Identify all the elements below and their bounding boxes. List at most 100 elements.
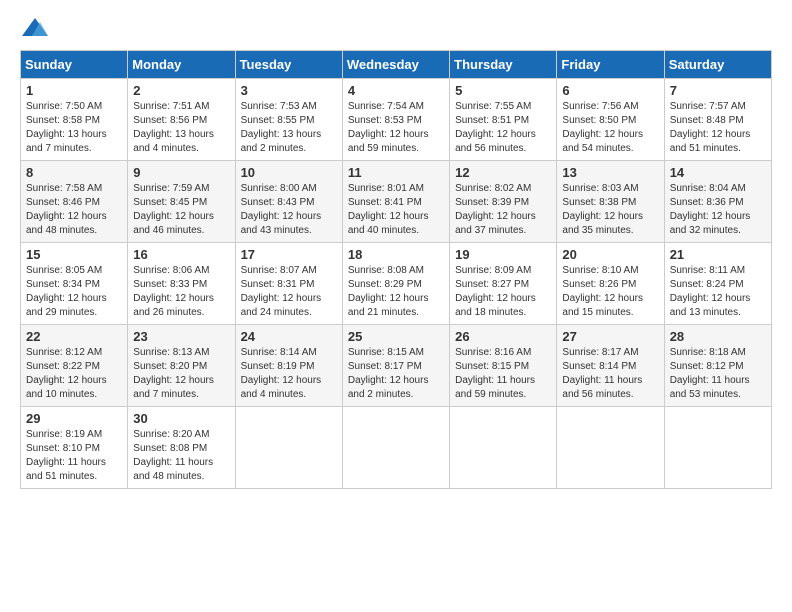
cell-details: Sunrise: 7:57 AMSunset: 8:48 PMDaylight:… xyxy=(670,101,751,154)
cell-details: Sunrise: 7:54 AMSunset: 8:53 PMDaylight:… xyxy=(348,101,429,154)
day-number: 14 xyxy=(670,165,766,180)
calendar-cell xyxy=(557,407,664,489)
cell-details: Sunrise: 8:10 AMSunset: 8:26 PMDaylight:… xyxy=(562,265,643,318)
cell-details: Sunrise: 8:07 AMSunset: 8:31 PMDaylight:… xyxy=(241,265,322,318)
calendar-table: SundayMondayTuesdayWednesdayThursdayFrid… xyxy=(20,50,772,489)
cell-details: Sunrise: 8:05 AMSunset: 8:34 PMDaylight:… xyxy=(26,265,107,318)
calendar-cell: 19 Sunrise: 8:09 AMSunset: 8:27 PMDayligh… xyxy=(450,243,557,325)
calendar-cell: 30 Sunrise: 8:20 AMSunset: 8:08 PMDayligh… xyxy=(128,407,235,489)
day-number: 21 xyxy=(670,247,766,262)
day-number: 5 xyxy=(455,83,551,98)
cell-details: Sunrise: 7:55 AMSunset: 8:51 PMDaylight:… xyxy=(455,101,536,154)
calendar-cell: 28Sunrise: 8:18 AMSunset: 8:12 PMDayligh… xyxy=(664,325,771,407)
cell-details: Sunrise: 8:01 AMSunset: 8:41 PMDaylight:… xyxy=(348,183,429,236)
calendar-cell: 2 Sunrise: 7:51 AMSunset: 8:56 PMDaylight… xyxy=(128,79,235,161)
calendar-day-header: Saturday xyxy=(664,51,771,79)
calendar-cell xyxy=(342,407,449,489)
cell-details: Sunrise: 8:13 AMSunset: 8:20 PMDaylight:… xyxy=(133,347,214,400)
cell-details: Sunrise: 8:15 AMSunset: 8:17 PMDaylight:… xyxy=(348,347,429,400)
calendar-cell: 3 Sunrise: 7:53 AMSunset: 8:55 PMDaylight… xyxy=(235,79,342,161)
cell-details: Sunrise: 8:03 AMSunset: 8:38 PMDaylight:… xyxy=(562,183,643,236)
day-number: 27 xyxy=(562,329,658,344)
cell-details: Sunrise: 8:00 AMSunset: 8:43 PMDaylight:… xyxy=(241,183,322,236)
day-number: 19 xyxy=(455,247,551,262)
cell-details: Sunrise: 8:08 AMSunset: 8:29 PMDaylight:… xyxy=(348,265,429,318)
cell-details: Sunrise: 8:06 AMSunset: 8:33 PMDaylight:… xyxy=(133,265,214,318)
calendar-cell: 23 Sunrise: 8:13 AMSunset: 8:20 PMDayligh… xyxy=(128,325,235,407)
logo xyxy=(20,16,54,40)
cell-details: Sunrise: 8:16 AMSunset: 8:15 PMDaylight:… xyxy=(455,347,535,400)
calendar-cell: 11 Sunrise: 8:01 AMSunset: 8:41 PMDayligh… xyxy=(342,161,449,243)
calendar-day-header: Monday xyxy=(128,51,235,79)
day-number: 7 xyxy=(670,83,766,98)
calendar-cell: 18Sunrise: 8:08 AMSunset: 8:29 PMDayligh… xyxy=(342,243,449,325)
logo-icon xyxy=(20,16,50,40)
calendar-cell: 9 Sunrise: 7:59 AMSunset: 8:45 PMDaylight… xyxy=(128,161,235,243)
calendar-cell: 16 Sunrise: 8:06 AMSunset: 8:33 PMDayligh… xyxy=(128,243,235,325)
day-number: 12 xyxy=(455,165,551,180)
cell-details: Sunrise: 7:56 AMSunset: 8:50 PMDaylight:… xyxy=(562,101,643,154)
calendar-cell: 14 Sunrise: 8:04 AMSunset: 8:36 PMDayligh… xyxy=(664,161,771,243)
day-number: 11 xyxy=(348,165,444,180)
calendar-cell xyxy=(450,407,557,489)
day-number: 22 xyxy=(26,329,122,344)
calendar-cell xyxy=(664,407,771,489)
calendar-cell: 24 Sunrise: 8:14 AMSunset: 8:19 PMDayligh… xyxy=(235,325,342,407)
day-number: 20 xyxy=(562,247,658,262)
day-number: 8 xyxy=(26,165,122,180)
calendar-cell: 22 Sunrise: 8:12 AMSunset: 8:22 PMDayligh… xyxy=(21,325,128,407)
cell-details: Sunrise: 7:50 AMSunset: 8:58 PMDaylight:… xyxy=(26,101,107,154)
cell-details: Sunrise: 8:20 AMSunset: 8:08 PMDaylight:… xyxy=(133,429,213,482)
calendar-day-header: Wednesday xyxy=(342,51,449,79)
day-number: 9 xyxy=(133,165,229,180)
cell-details: Sunrise: 8:02 AMSunset: 8:39 PMDaylight:… xyxy=(455,183,536,236)
cell-details: Sunrise: 8:09 AMSunset: 8:27 PMDaylight:… xyxy=(455,265,536,318)
calendar-cell: 7 Sunrise: 7:57 AMSunset: 8:48 PMDaylight… xyxy=(664,79,771,161)
day-number: 26 xyxy=(455,329,551,344)
calendar-cell: 27 Sunrise: 8:17 AMSunset: 8:14 PMDayligh… xyxy=(557,325,664,407)
cell-details: Sunrise: 7:51 AMSunset: 8:56 PMDaylight:… xyxy=(133,101,214,154)
calendar-cell: 21 Sunrise: 8:11 AMSunset: 8:24 PMDayligh… xyxy=(664,243,771,325)
cell-details: Sunrise: 8:19 AMSunset: 8:10 PMDaylight:… xyxy=(26,429,106,482)
day-number: 3 xyxy=(241,83,337,98)
cell-details: Sunrise: 8:17 AMSunset: 8:14 PMDaylight:… xyxy=(562,347,642,400)
calendar-day-header: Thursday xyxy=(450,51,557,79)
cell-details: Sunrise: 8:04 AMSunset: 8:36 PMDaylight:… xyxy=(670,183,751,236)
day-number: 16 xyxy=(133,247,229,262)
day-number: 17 xyxy=(241,247,337,262)
calendar-cell: 15 Sunrise: 8:05 AMSunset: 8:34 PMDayligh… xyxy=(21,243,128,325)
cell-details: Sunrise: 7:59 AMSunset: 8:45 PMDaylight:… xyxy=(133,183,214,236)
calendar-day-header: Friday xyxy=(557,51,664,79)
cell-details: Sunrise: 8:12 AMSunset: 8:22 PMDaylight:… xyxy=(26,347,107,400)
day-number: 1 xyxy=(26,83,122,98)
day-number: 15 xyxy=(26,247,122,262)
calendar-cell: 1 Sunrise: 7:50 AMSunset: 8:58 PMDaylight… xyxy=(21,79,128,161)
calendar-day-header: Tuesday xyxy=(235,51,342,79)
calendar-cell: 12 Sunrise: 8:02 AMSunset: 8:39 PMDayligh… xyxy=(450,161,557,243)
day-number: 29 xyxy=(26,411,122,426)
day-number: 2 xyxy=(133,83,229,98)
day-number: 24 xyxy=(241,329,337,344)
calendar-cell: 25 Sunrise: 8:15 AMSunset: 8:17 PMDayligh… xyxy=(342,325,449,407)
calendar-cell: 13 Sunrise: 8:03 AMSunset: 8:38 PMDayligh… xyxy=(557,161,664,243)
calendar-cell: 29 Sunrise: 8:19 AMSunset: 8:10 PMDayligh… xyxy=(21,407,128,489)
calendar-cell: 8 Sunrise: 7:58 AMSunset: 8:46 PMDaylight… xyxy=(21,161,128,243)
day-number: 4 xyxy=(348,83,444,98)
day-number: 13 xyxy=(562,165,658,180)
calendar-cell: 17 Sunrise: 8:07 AMSunset: 8:31 PMDayligh… xyxy=(235,243,342,325)
day-number: 30 xyxy=(133,411,229,426)
calendar-day-header: Sunday xyxy=(21,51,128,79)
cell-details: Sunrise: 8:11 AMSunset: 8:24 PMDaylight:… xyxy=(670,265,751,318)
day-number: 25 xyxy=(348,329,444,344)
day-number: 23 xyxy=(133,329,229,344)
cell-details: Sunrise: 8:14 AMSunset: 8:19 PMDaylight:… xyxy=(241,347,322,400)
calendar-cell: 4 Sunrise: 7:54 AMSunset: 8:53 PMDaylight… xyxy=(342,79,449,161)
cell-details: Sunrise: 7:58 AMSunset: 8:46 PMDaylight:… xyxy=(26,183,107,236)
calendar-cell: 20 Sunrise: 8:10 AMSunset: 8:26 PMDayligh… xyxy=(557,243,664,325)
calendar-cell xyxy=(235,407,342,489)
day-number: 6 xyxy=(562,83,658,98)
cell-details: Sunrise: 8:18 AMSunset: 8:12 PMDaylight:… xyxy=(670,347,750,400)
calendar-cell: 5 Sunrise: 7:55 AMSunset: 8:51 PMDaylight… xyxy=(450,79,557,161)
calendar-cell: 6 Sunrise: 7:56 AMSunset: 8:50 PMDaylight… xyxy=(557,79,664,161)
cell-details: Sunrise: 7:53 AMSunset: 8:55 PMDaylight:… xyxy=(241,101,322,154)
